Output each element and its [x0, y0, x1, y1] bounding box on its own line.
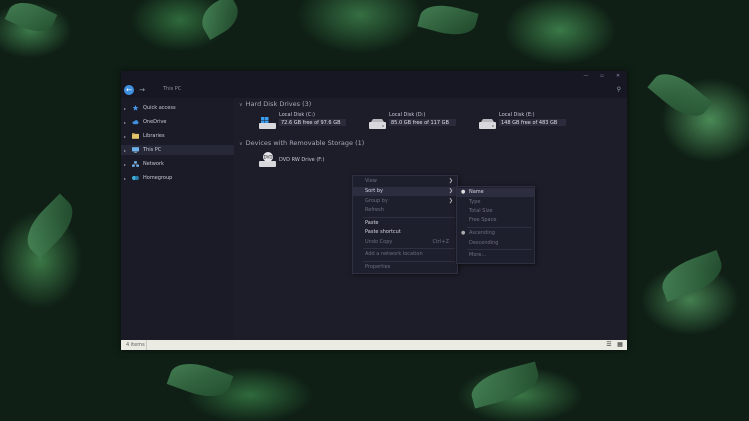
chevron-down-icon[interactable]: ∨ [239, 102, 243, 108]
details-view-icon[interactable]: ☰ [605, 341, 613, 349]
folder-icon [132, 133, 139, 139]
back-arrow-icon[interactable]: ← [124, 85, 134, 95]
leaf-decoration [17, 193, 83, 259]
sidebar-item-onedrive[interactable]: ▸ OneDrive [121, 117, 234, 127]
sidebar-item-label: Libraries [143, 133, 165, 139]
drive-name: Local Disk (E:) [499, 112, 535, 118]
menu-item-paste[interactable]: Paste [353, 219, 457, 228]
network-icon [132, 161, 139, 167]
selected-bullet-icon: ● [461, 189, 466, 195]
sort-option-ascending[interactable]: ● Ascending [457, 229, 534, 238]
chevron-right-icon[interactable]: ▸ [124, 106, 129, 111]
maximize-button[interactable]: ▫ [599, 73, 605, 80]
menu-item-sort-by[interactable]: Sort by ❯ [353, 187, 457, 196]
item-count: 4 items [126, 342, 145, 348]
leaf-decoration [195, 0, 245, 40]
navigation-pane: ▸ Quick access ▸ OneDrive ▸ Libraries ▸ … [121, 98, 234, 340]
menu-item-group-by[interactable]: Group by ❯ [353, 197, 457, 206]
leaf-decoration [166, 355, 234, 405]
search-icon[interactable]: ⚲ [617, 86, 621, 93]
drive-tile-d[interactable]: Local Disk (D:) 85.0 GB free of 117 GB [369, 112, 479, 134]
sort-option-descending[interactable]: Descending [457, 239, 534, 248]
menu-separator [363, 261, 455, 262]
address-bar[interactable]: This PC [163, 86, 181, 92]
windows-drive-icon [259, 117, 276, 129]
homegroup-icon [132, 175, 139, 181]
sidebar-item-quick-access[interactable]: ▸ Quick access [121, 103, 234, 113]
drive-name: Local Disk (D:) [389, 112, 426, 118]
minimize-button[interactable]: — [583, 73, 589, 80]
navigation-bar: ← → This PC ⚲ [121, 83, 627, 98]
chevron-down-icon[interactable]: ∨ [239, 141, 243, 147]
leaf-decoration [647, 64, 713, 126]
leaf-decoration [4, 0, 58, 39]
menu-separator [467, 249, 532, 250]
cloud-icon [132, 120, 139, 125]
sort-option-total-size[interactable]: Total Size [457, 207, 534, 216]
menu-separator [363, 248, 455, 249]
menu-item-properties[interactable]: Properties [353, 263, 457, 272]
star-icon [132, 105, 139, 111]
sidebar-item-homegroup[interactable]: ▸ Homegroup [121, 173, 234, 183]
drive-free-space: 72.6 GB free of 97.6 GB [281, 120, 341, 126]
sidebar-item-label: This PC [143, 147, 162, 153]
forward-arrow-icon[interactable]: → [137, 85, 147, 95]
chevron-right-icon[interactable]: ▸ [124, 162, 129, 167]
chevron-right-icon[interactable]: ▸ [124, 176, 129, 181]
chevron-right-icon: ❯ [448, 188, 453, 194]
hard-drive-icon [369, 119, 386, 129]
file-explorer-window: — ▫ ✕ ← → This PC ⚲ ▸ Quick access ▸ One… [121, 71, 627, 350]
chevron-right-icon: ❯ [448, 198, 453, 204]
leaf-decoration [417, 0, 479, 41]
menu-item-refresh[interactable]: Refresh [353, 206, 457, 215]
sort-by-submenu: ● Name Type Total Size Free Space ● Ascend… [456, 186, 535, 264]
drive-tile-e[interactable]: Local Disk (E:) 148 GB free of 483 GB [479, 112, 589, 134]
menu-separator [467, 227, 532, 228]
sidebar-item-label: Homegroup [143, 175, 173, 181]
chevron-right-icon: ❯ [448, 178, 453, 184]
sidebar-item-label: OneDrive [143, 119, 167, 125]
group-header-hard-disks[interactable]: ∨ Hard Disk Drives (3) [239, 100, 311, 108]
sort-option-more[interactable]: More... [457, 251, 534, 260]
sort-option-free-space[interactable]: Free Space [457, 216, 534, 225]
shortcut-label: Ctrl+Z [432, 239, 449, 245]
sort-option-type[interactable]: Type [457, 198, 534, 207]
sidebar-item-label: Network [143, 161, 164, 167]
svg-text:DVD: DVD [264, 155, 273, 160]
leaf-decoration [467, 361, 543, 409]
dvd-drive-icon: DVD [259, 152, 276, 167]
title-bar: — ▫ ✕ [121, 71, 627, 83]
status-bar: 4 items ☰ ▦ [121, 340, 627, 350]
chevron-right-icon[interactable]: ▸ [124, 148, 129, 153]
sidebar-item-label: Quick access [143, 105, 176, 111]
tiles-view-icon[interactable]: ▦ [616, 341, 624, 349]
menu-separator [363, 217, 455, 218]
menu-item-paste-shortcut[interactable]: Paste shortcut [353, 228, 457, 237]
sidebar-item-this-pc[interactable]: ▸ This PC [121, 145, 234, 155]
sort-option-name[interactable]: ● Name [457, 188, 534, 197]
drive-name: Local Disk (C:) [279, 112, 315, 118]
menu-item-undo-copy[interactable]: Undo Copy Ctrl+Z [353, 238, 457, 247]
monitor-icon [132, 147, 139, 153]
drive-name: DVD RW Drive (F:) [279, 157, 325, 163]
drive-tile-f[interactable]: DVD DVD RW Drive (F:) [259, 152, 369, 174]
chevron-right-icon[interactable]: ▸ [124, 120, 129, 125]
context-menu: View ❯ Sort by ❯ Group by ❯ Refresh Paste P… [352, 175, 458, 274]
leaf-decoration [656, 250, 728, 302]
drive-free-space: 85.0 GB free of 117 GB [391, 120, 449, 126]
chevron-right-icon[interactable]: ▸ [124, 134, 129, 139]
drive-free-space: 148 GB free of 483 GB [501, 120, 558, 126]
group-header-removable[interactable]: ∨ Devices with Removable Storage (1) [239, 139, 364, 147]
sidebar-item-network[interactable]: ▸ Network [121, 159, 234, 169]
sidebar-item-libraries[interactable]: ▸ Libraries [121, 131, 234, 141]
menu-item-add-network-location[interactable]: Add a network location [353, 250, 457, 259]
close-button[interactable]: ✕ [615, 73, 621, 80]
menu-item-view[interactable]: View ❯ [353, 177, 457, 186]
selected-bullet-icon: ● [461, 230, 466, 236]
drive-tile-c[interactable]: Local Disk (C:) 72.6 GB free of 97.6 GB [259, 112, 369, 134]
hard-drive-icon [479, 119, 496, 129]
